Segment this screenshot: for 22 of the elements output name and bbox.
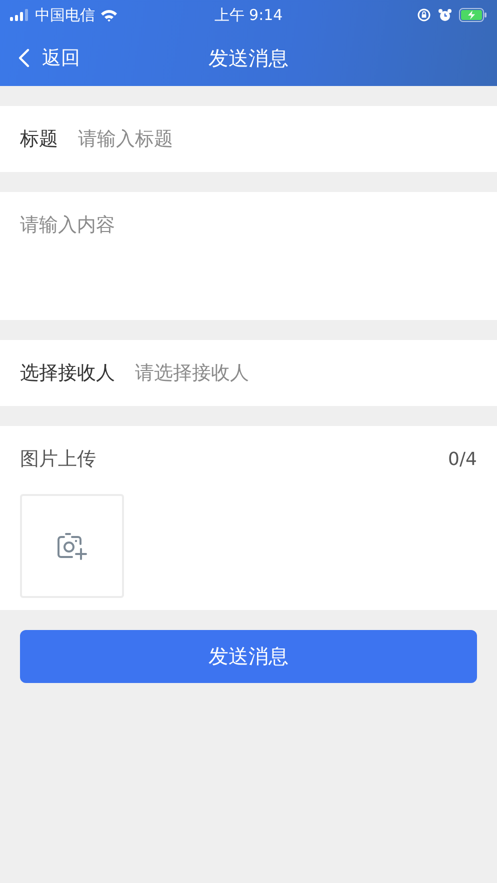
- page-title: 发送消息: [208, 44, 288, 72]
- title-label: 标题: [20, 127, 58, 152]
- camera-plus-icon: [56, 532, 88, 560]
- image-count: 0/4: [448, 448, 477, 470]
- content-textarea[interactable]: 请输入内容: [0, 192, 497, 320]
- upload-label: 图片上传: [20, 447, 96, 472]
- clock-time: 上午 9:14: [214, 6, 283, 24]
- wifi-icon: [100, 8, 118, 22]
- receiver-field[interactable]: 选择接收人 请选择接收人: [0, 340, 497, 406]
- title-input[interactable]: 请输入标题: [78, 128, 477, 150]
- receiver-label: 选择接收人: [20, 361, 115, 386]
- title-field[interactable]: 标题 请输入标题: [0, 106, 497, 172]
- rotation-lock-icon: [417, 8, 431, 22]
- add-image-button[interactable]: [20, 494, 124, 598]
- alarm-icon: [438, 8, 452, 22]
- battery-charging-icon: [459, 8, 487, 22]
- signal-icon: [10, 9, 30, 21]
- send-button[interactable]: 发送消息: [20, 630, 477, 683]
- back-button[interactable]: 返回: [0, 45, 80, 71]
- receiver-input[interactable]: 请选择接收人: [135, 362, 477, 384]
- carrier-name: 中国电信: [35, 6, 95, 24]
- chevron-left-icon: [18, 48, 30, 68]
